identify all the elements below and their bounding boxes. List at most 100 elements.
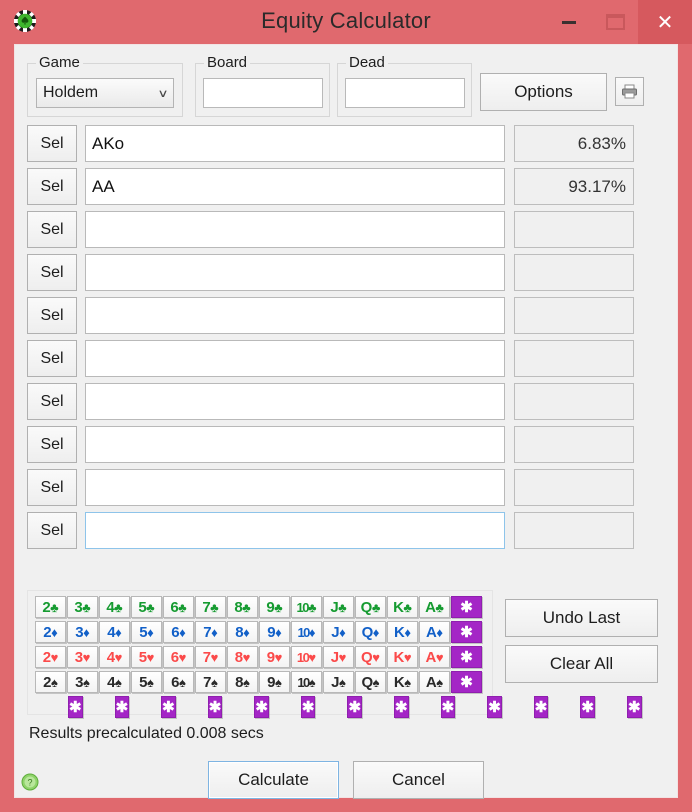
wildcard-rank-4[interactable]: ✱ bbox=[208, 696, 223, 718]
hand-input-5[interactable] bbox=[85, 297, 505, 334]
wildcard-rank-1[interactable]: ✱ bbox=[68, 696, 83, 718]
card-8-hearts[interactable]: 8♥ bbox=[227, 646, 258, 668]
select-hand-button-8[interactable]: Sel bbox=[27, 426, 77, 463]
select-hand-button-6[interactable]: Sel bbox=[27, 340, 77, 377]
close-button[interactable]: ✕ bbox=[638, 0, 692, 44]
card-3-hearts[interactable]: 3♥ bbox=[67, 646, 98, 668]
card-2-clubs[interactable]: 2♣ bbox=[35, 596, 66, 618]
card-K-hearts[interactable]: K♥ bbox=[387, 646, 418, 668]
calculate-button[interactable]: Calculate bbox=[208, 761, 339, 799]
card-J-hearts[interactable]: J♥ bbox=[323, 646, 354, 668]
select-hand-button-1[interactable]: Sel bbox=[27, 125, 77, 162]
card-2-diamonds[interactable]: 2♦ bbox=[35, 621, 66, 643]
wildcard-rank-6[interactable]: ✱ bbox=[301, 696, 316, 718]
card-9-hearts[interactable]: 9♥ bbox=[259, 646, 290, 668]
card-10-spades[interactable]: 10♠ bbox=[291, 671, 322, 693]
hand-input-2[interactable]: AA bbox=[85, 168, 505, 205]
options-button[interactable]: Options bbox=[480, 73, 607, 111]
card-2-spades[interactable]: 2♠ bbox=[35, 671, 66, 693]
select-hand-button-5[interactable]: Sel bbox=[27, 297, 77, 334]
wildcard-rank-5[interactable]: ✱ bbox=[254, 696, 269, 718]
wildcard-rank-2[interactable]: ✱ bbox=[115, 696, 130, 718]
card-8-diamonds[interactable]: 8♦ bbox=[227, 621, 258, 643]
card-J-diamonds[interactable]: J♦ bbox=[323, 621, 354, 643]
card-Q-diamonds[interactable]: Q♦ bbox=[355, 621, 386, 643]
game-select[interactable]: Holdem ∨ bbox=[36, 78, 174, 108]
card-A-diamonds[interactable]: A♦ bbox=[419, 621, 450, 643]
wildcard-clubs[interactable]: ✱ bbox=[451, 596, 482, 618]
help-circle-icon[interactable]: ? bbox=[21, 773, 39, 791]
wildcard-rank-13[interactable]: ✱ bbox=[627, 696, 642, 718]
card-5-diamonds[interactable]: 5♦ bbox=[131, 621, 162, 643]
select-hand-button-9[interactable]: Sel bbox=[27, 469, 77, 506]
hand-input-9[interactable] bbox=[85, 469, 505, 506]
printer-button[interactable] bbox=[615, 77, 644, 106]
hand-input-1[interactable]: AKo bbox=[85, 125, 505, 162]
hand-input-7[interactable] bbox=[85, 383, 505, 420]
card-9-clubs[interactable]: 9♣ bbox=[259, 596, 290, 618]
card-A-hearts[interactable]: A♥ bbox=[419, 646, 450, 668]
card-9-diamonds[interactable]: 9♦ bbox=[259, 621, 290, 643]
board-input[interactable] bbox=[203, 78, 323, 108]
wildcard-rank-11[interactable]: ✱ bbox=[534, 696, 549, 718]
card-6-clubs[interactable]: 6♣ bbox=[163, 596, 194, 618]
minimize-button[interactable] bbox=[546, 0, 592, 44]
hand-input-10[interactable] bbox=[85, 512, 505, 549]
card-A-spades[interactable]: A♠ bbox=[419, 671, 450, 693]
wildcard-rank-3[interactable]: ✱ bbox=[161, 696, 176, 718]
card-K-clubs[interactable]: K♣ bbox=[387, 596, 418, 618]
card-5-spades[interactable]: 5♠ bbox=[131, 671, 162, 693]
wildcard-rank-12[interactable]: ✱ bbox=[580, 696, 595, 718]
card-Q-spades[interactable]: Q♠ bbox=[355, 671, 386, 693]
select-hand-button-3[interactable]: Sel bbox=[27, 211, 77, 248]
card-7-hearts[interactable]: 7♥ bbox=[195, 646, 226, 668]
card-K-diamonds[interactable]: K♦ bbox=[387, 621, 418, 643]
card-5-hearts[interactable]: 5♥ bbox=[131, 646, 162, 668]
card-9-spades[interactable]: 9♠ bbox=[259, 671, 290, 693]
card-10-diamonds[interactable]: 10♦ bbox=[291, 621, 322, 643]
card-7-diamonds[interactable]: 7♦ bbox=[195, 621, 226, 643]
clear-all-button[interactable]: Clear All bbox=[505, 645, 658, 683]
maximize-button[interactable] bbox=[592, 0, 638, 44]
wildcard-rank-8[interactable]: ✱ bbox=[394, 696, 409, 718]
card-K-spades[interactable]: K♠ bbox=[387, 671, 418, 693]
card-4-hearts[interactable]: 4♥ bbox=[99, 646, 130, 668]
card-Q-hearts[interactable]: Q♥ bbox=[355, 646, 386, 668]
wildcard-rank-10[interactable]: ✱ bbox=[487, 696, 502, 718]
wildcard-hearts[interactable]: ✱ bbox=[451, 646, 482, 668]
card-3-clubs[interactable]: 3♣ bbox=[67, 596, 98, 618]
card-J-clubs[interactable]: J♣ bbox=[323, 596, 354, 618]
card-2-hearts[interactable]: 2♥ bbox=[35, 646, 66, 668]
card-3-spades[interactable]: 3♠ bbox=[67, 671, 98, 693]
hand-input-8[interactable] bbox=[85, 426, 505, 463]
select-hand-button-7[interactable]: Sel bbox=[27, 383, 77, 420]
wildcard-spades[interactable]: ✱ bbox=[451, 671, 482, 693]
undo-last-button[interactable]: Undo Last bbox=[505, 599, 658, 637]
select-hand-button-2[interactable]: Sel bbox=[27, 168, 77, 205]
card-4-spades[interactable]: 4♠ bbox=[99, 671, 130, 693]
wildcard-rank-9[interactable]: ✱ bbox=[441, 696, 456, 718]
card-3-diamonds[interactable]: 3♦ bbox=[67, 621, 98, 643]
hand-input-6[interactable] bbox=[85, 340, 505, 377]
card-4-clubs[interactable]: 4♣ bbox=[99, 596, 130, 618]
hand-input-4[interactable] bbox=[85, 254, 505, 291]
select-hand-button-4[interactable]: Sel bbox=[27, 254, 77, 291]
wildcard-diamonds[interactable]: ✱ bbox=[451, 621, 482, 643]
select-hand-button-10[interactable]: Sel bbox=[27, 512, 77, 549]
dead-input[interactable] bbox=[345, 78, 465, 108]
card-10-hearts[interactable]: 10♥ bbox=[291, 646, 322, 668]
card-8-clubs[interactable]: 8♣ bbox=[227, 596, 258, 618]
card-J-spades[interactable]: J♠ bbox=[323, 671, 354, 693]
card-7-spades[interactable]: 7♠ bbox=[195, 671, 226, 693]
card-5-clubs[interactable]: 5♣ bbox=[131, 596, 162, 618]
card-4-diamonds[interactable]: 4♦ bbox=[99, 621, 130, 643]
card-6-diamonds[interactable]: 6♦ bbox=[163, 621, 194, 643]
card-10-clubs[interactable]: 10♣ bbox=[291, 596, 322, 618]
card-Q-clubs[interactable]: Q♣ bbox=[355, 596, 386, 618]
hand-input-3[interactable] bbox=[85, 211, 505, 248]
card-7-clubs[interactable]: 7♣ bbox=[195, 596, 226, 618]
card-8-spades[interactable]: 8♠ bbox=[227, 671, 258, 693]
cancel-button[interactable]: Cancel bbox=[353, 761, 484, 799]
wildcard-rank-7[interactable]: ✱ bbox=[347, 696, 362, 718]
card-6-spades[interactable]: 6♠ bbox=[163, 671, 194, 693]
